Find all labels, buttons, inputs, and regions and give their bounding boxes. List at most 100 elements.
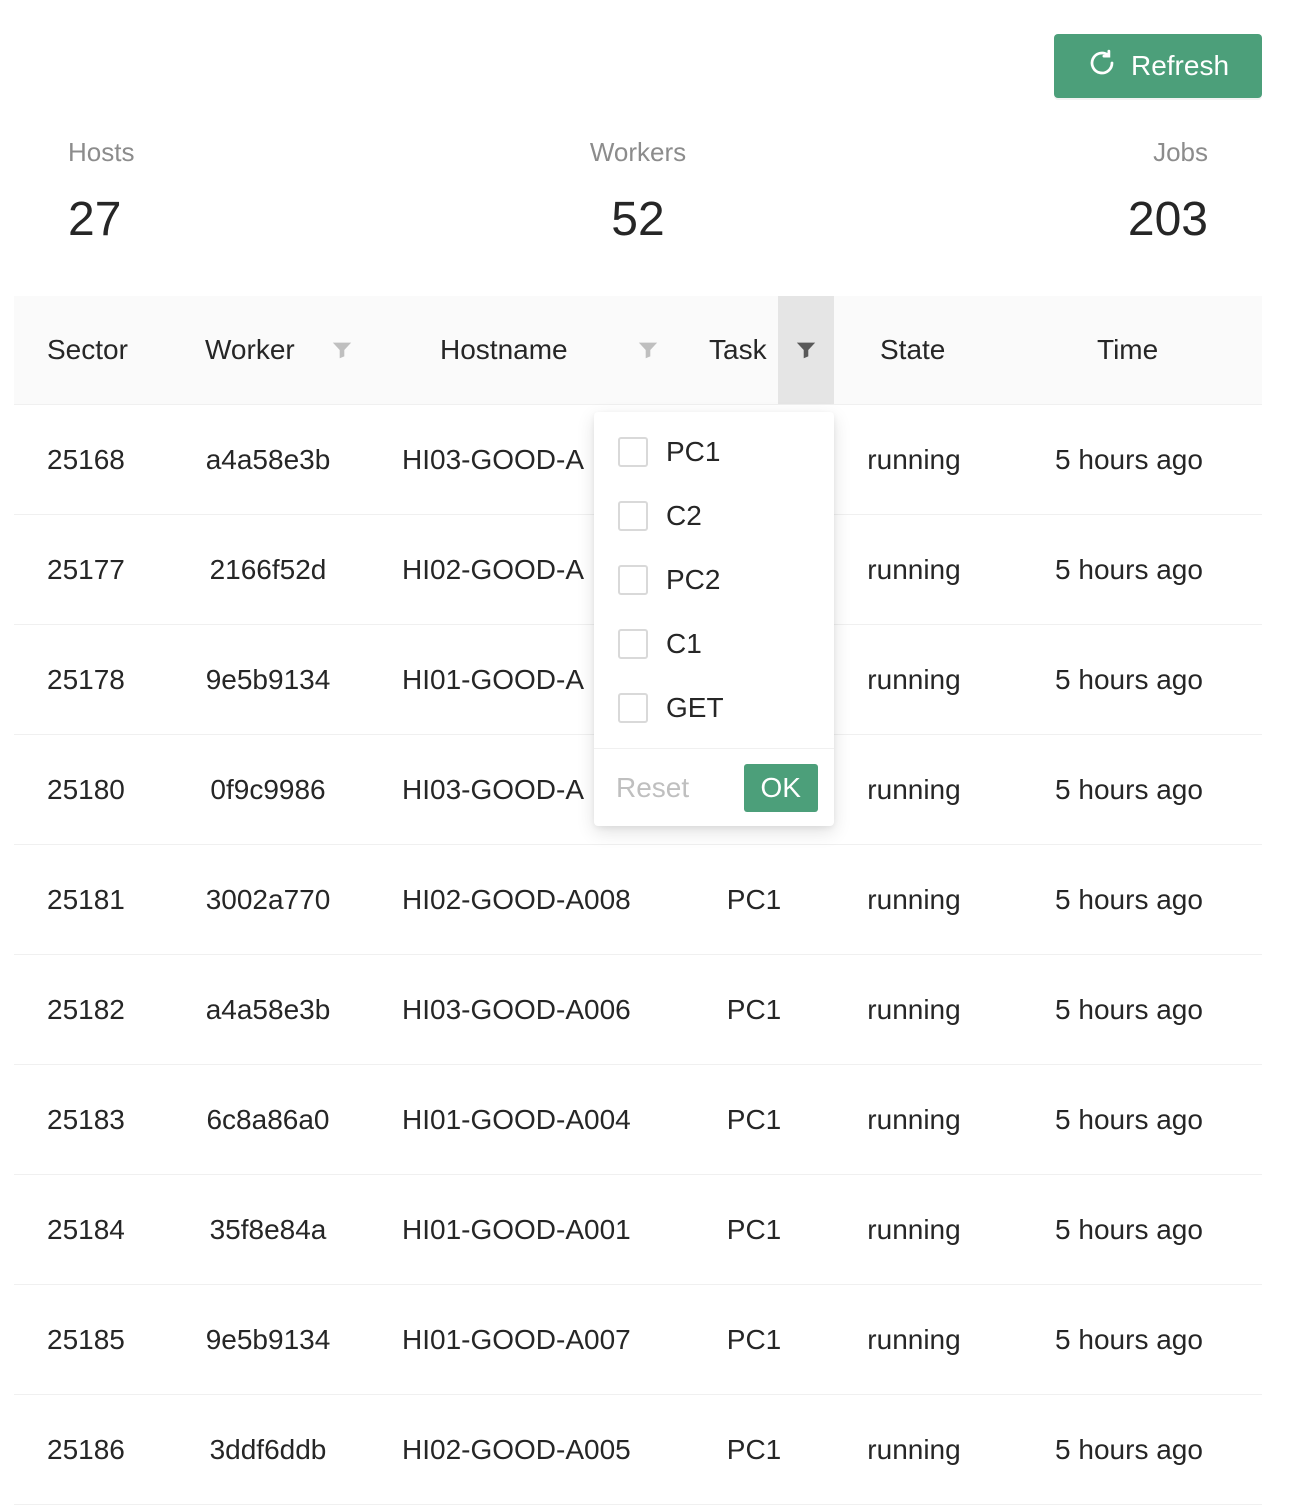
reset-button[interactable]: Reset [616,772,689,804]
task-filter-option-label: PC1 [666,436,721,467]
hostname-cell: HI01-GOOD-A007 [402,1323,631,1355]
sector-cell: 25178 [47,663,125,695]
task-filter-checkbox[interactable] [618,693,648,723]
task-filter-option[interactable]: C2 [594,484,834,548]
refresh-icon [1087,48,1117,85]
state-cell: running [867,773,961,805]
task-cell: PC1 [726,993,782,1025]
task-filter-option[interactable]: PC1 [594,420,834,484]
time-cell: 5 hours ago [1055,1103,1203,1135]
sector-cell: 25177 [47,553,125,585]
stat-value: 52 [611,193,665,246]
task-cell: PC1 [726,1213,782,1245]
task-filter-checkbox[interactable] [618,629,648,659]
hostname-cell: HI03-GOOD-A [402,773,585,805]
task-filter-dropdown: PC1 C2 PC2 C1 GET Reset OK [594,412,834,826]
task-filter-option-label: C2 [666,500,702,531]
worker-cell: 6c8a86a0 [206,1103,330,1135]
hostname-cell: HI01-GOOD-A [402,663,585,695]
worker-cell: 2166f52d [209,553,327,585]
column-header-task: Task [709,334,767,365]
time-cell: 5 hours ago [1055,1433,1203,1465]
task-filter-option-label: GET [666,692,724,723]
sector-cell: 25186 [47,1433,125,1465]
hostname-cell: HI01-GOOD-A004 [402,1103,631,1135]
hostname-cell: HI03-GOOD-A006 [402,993,631,1025]
task-filter-option[interactable]: C1 [594,612,834,676]
task-filter-footer: Reset OK [594,748,834,826]
task-cell: PC1 [726,1323,782,1355]
worker-cell: 9e5b9134 [205,1323,331,1355]
task-cell: PC1 [726,883,782,915]
column-header-time: Time [1097,334,1159,365]
sector-cell: 25184 [47,1213,125,1245]
task-filter-option[interactable]: GET [594,676,834,740]
worker-cell: 35f8e84a [209,1213,327,1245]
table-header: Sector Worker Hostname Task State Time [14,296,1262,405]
refresh-button[interactable]: Refresh [1054,34,1262,98]
hostname-cell: HI02-GOOD-A [402,553,585,585]
time-cell: 5 hours ago [1055,663,1203,695]
hostname-cell: HI01-GOOD-A001 [402,1213,631,1245]
worker-cell: 0f9c9986 [210,773,326,805]
table-row: 25185 9e5b9134 HI01-GOOD-A007 PC1 running 5 h… [14,1285,1262,1395]
sector-cell: 25168 [47,443,125,475]
worker-cell: a4a58e3b [205,993,331,1025]
stat-value: 27 [68,193,122,246]
task-filter-checkbox[interactable] [618,565,648,595]
state-cell: running [867,1213,961,1245]
table-row: 25183 6c8a86a0 HI01-GOOD-A004 PC1 running 5 h… [14,1065,1262,1175]
hostname-cell: HI03-GOOD-A [402,443,585,475]
sector-cell: 25183 [47,1103,125,1135]
column-header-sector: Sector [47,334,128,365]
task-filter-option-label: PC2 [666,564,721,595]
stat-label: Hosts [68,137,135,167]
hostname-cell: HI02-GOOD-A008 [402,883,631,915]
sector-cell: 25180 [47,773,125,805]
time-cell: 5 hours ago [1055,993,1203,1025]
stat-jobs: Jobs 203 [1128,136,1208,250]
worker-cell: 9e5b9134 [205,663,331,695]
state-cell: running [867,663,961,695]
hostname-cell: HI02-GOOD-A005 [402,1433,631,1465]
table-row: 25181 3002a770 HI02-GOOD-A008 PC1 running 5 h… [14,845,1262,955]
table-row: 25186 3ddf6ddb HI02-GOOD-A005 PC1 running 5 h… [14,1395,1262,1505]
task-filter-checkbox[interactable] [618,437,648,467]
ok-button[interactable]: OK [743,763,818,812]
stat-label: Jobs [1153,137,1208,167]
task-filter-checkbox[interactable] [618,501,648,531]
time-cell: 5 hours ago [1055,443,1203,475]
column-header-state: State [880,334,946,365]
state-cell: running [867,883,961,915]
table-row: 25184 35f8e84a HI01-GOOD-A001 PC1 running 5 h… [14,1175,1262,1285]
state-cell: running [867,1103,961,1135]
column-header-worker: Worker [205,334,295,365]
time-cell: 5 hours ago [1055,883,1203,915]
worker-filter-icon[interactable] [314,296,370,404]
worker-cell: 3002a770 [205,883,331,915]
task-cell: PC1 [726,1103,782,1135]
time-cell: 5 hours ago [1055,553,1203,585]
state-cell: running [867,1433,961,1465]
task-cell: PC1 [726,1433,782,1465]
state-cell: running [867,1323,961,1355]
state-cell: running [867,443,961,475]
hostname-filter-icon[interactable] [620,296,676,404]
table-row: 25182 a4a58e3b HI03-GOOD-A006 PC1 running 5 h… [14,955,1262,1065]
time-cell: 5 hours ago [1055,1213,1203,1245]
stat-workers: Workers 52 [538,136,738,250]
state-cell: running [867,993,961,1025]
task-filter-option[interactable]: PC2 [594,548,834,612]
task-filter-options: PC1 C2 PC2 C1 GET [594,412,834,740]
state-cell: running [867,553,961,585]
time-cell: 5 hours ago [1055,773,1203,805]
worker-cell: a4a58e3b [205,443,331,475]
stat-value: 203 [1127,193,1208,246]
task-filter-icon[interactable] [778,296,834,404]
sector-cell: 25182 [47,993,125,1025]
refresh-label: Refresh [1130,50,1230,81]
stat-label: Workers [589,137,687,167]
time-cell: 5 hours ago [1055,1323,1203,1355]
sector-cell: 25185 [47,1323,125,1355]
stat-hosts: Hosts 27 [68,136,134,250]
